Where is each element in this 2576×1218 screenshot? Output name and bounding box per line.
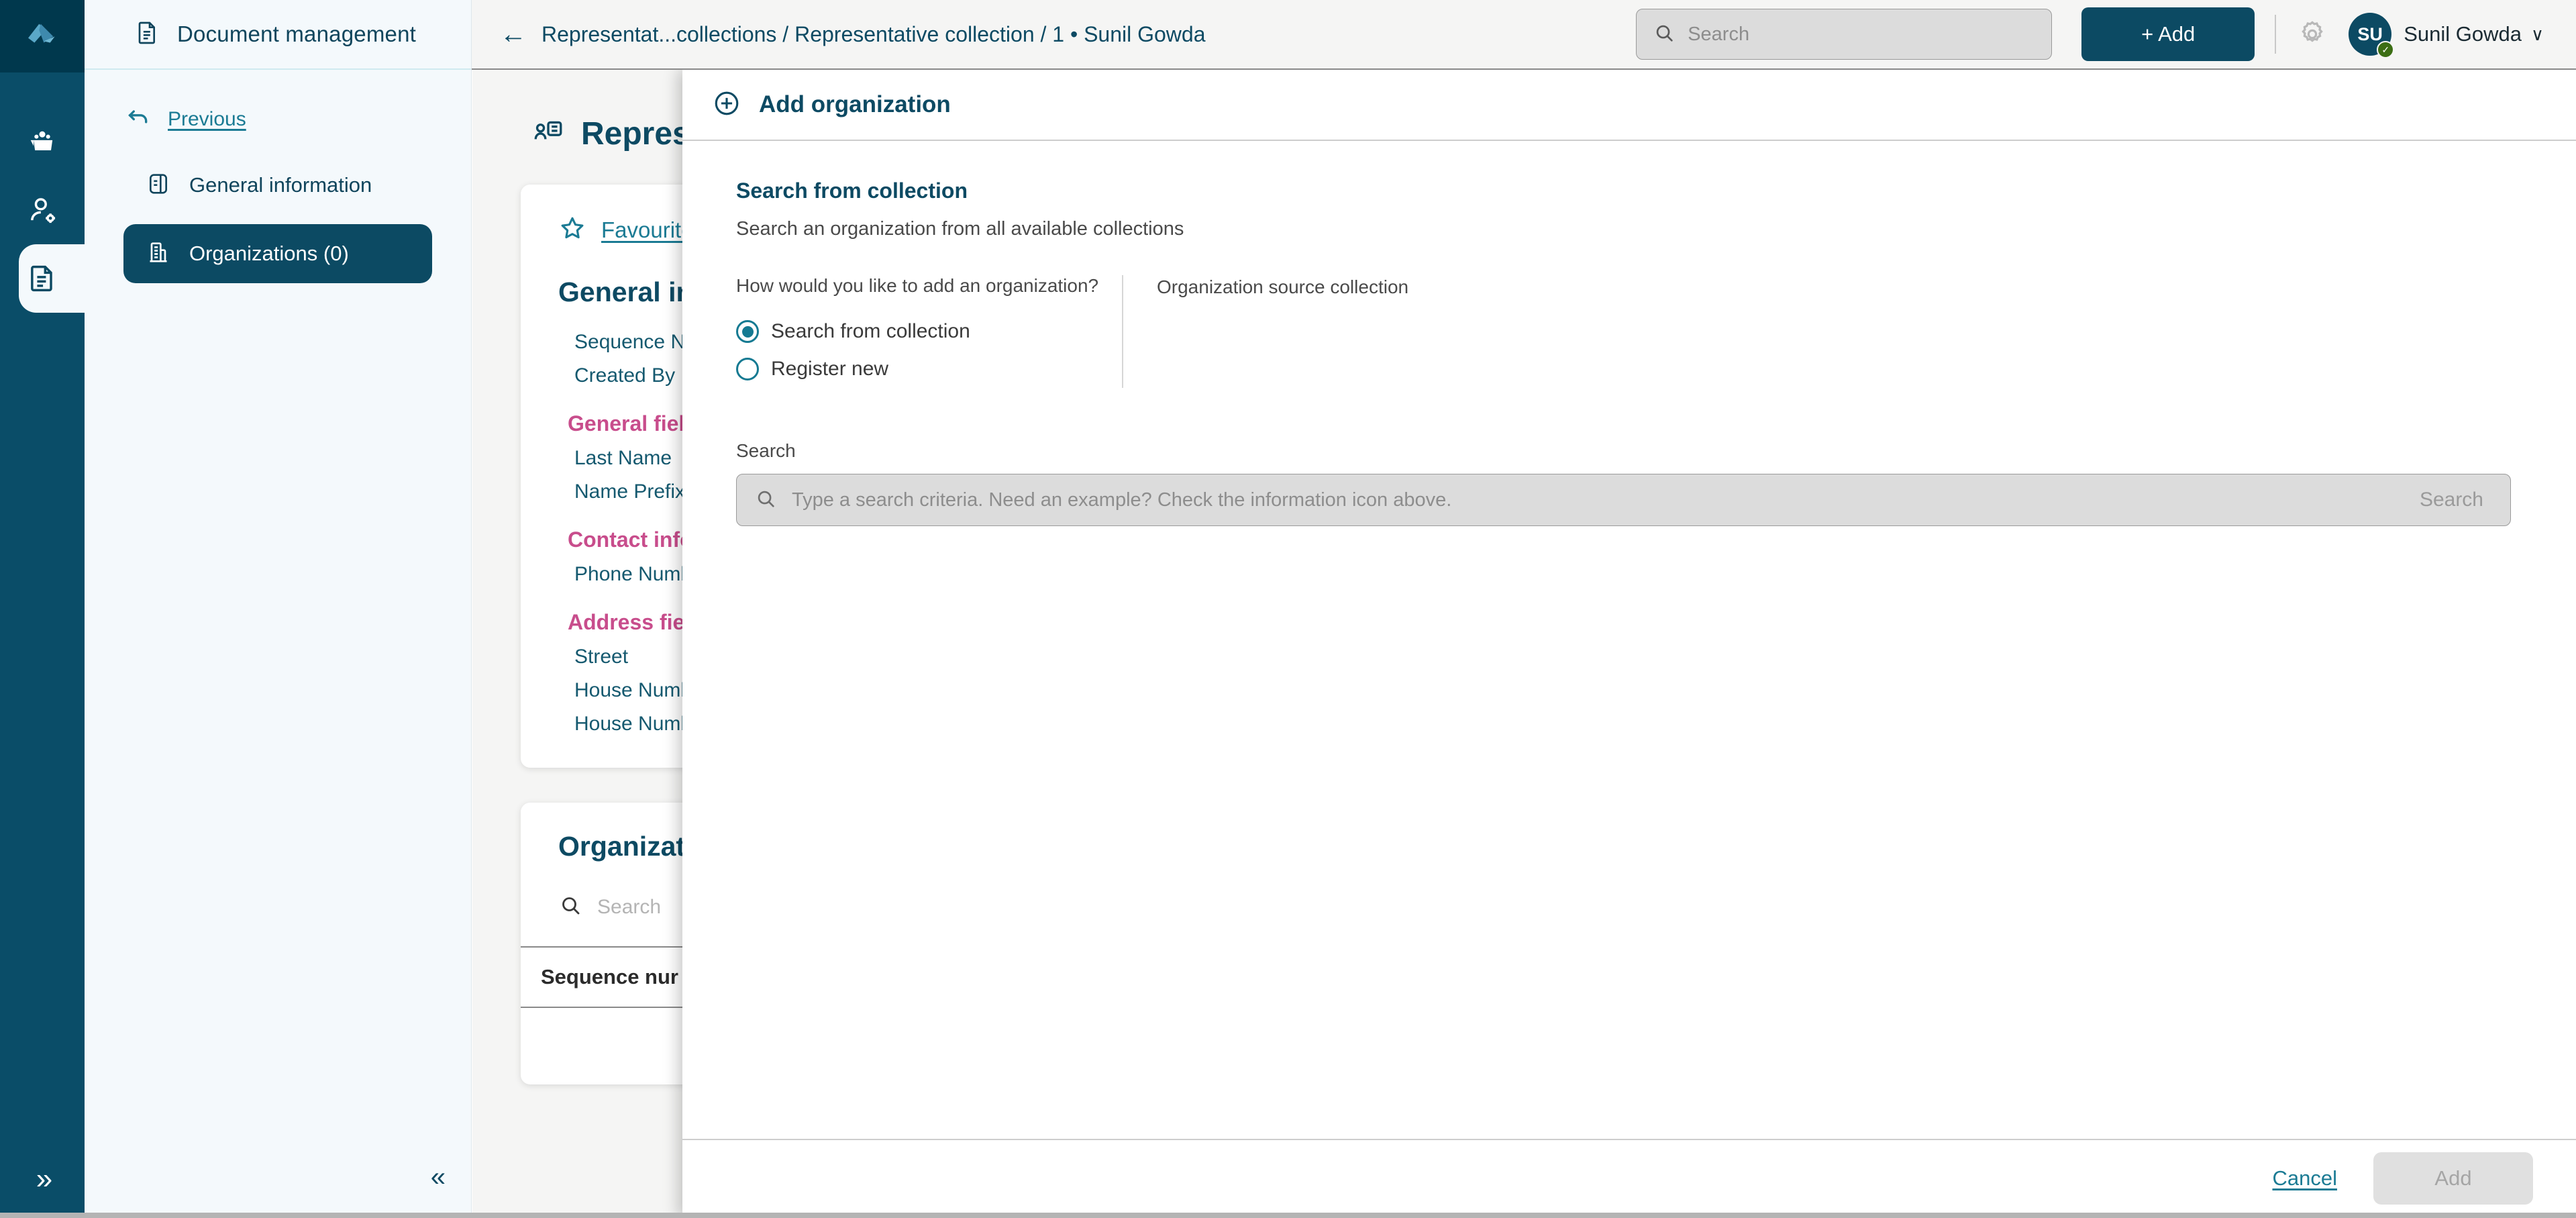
undo-arrow-icon [125,105,152,135]
panel-header: Add organization [682,70,2576,141]
rail-item-user-settings[interactable] [0,176,85,244]
user-settings-icon [25,193,60,227]
bottom-strip [0,1213,2576,1218]
radio-label: Search from collection [771,320,970,343]
nav-header-label: Document management [177,21,416,47]
radio-selected-icon [736,320,759,343]
vertical-divider [1122,275,1123,388]
app-logo[interactable] [0,0,85,72]
search-icon [1653,21,1676,48]
add-record-button[interactable]: + Add [2081,7,2255,61]
documents-icon [25,261,60,296]
source-collection-label: Organization source collection [1157,276,1408,298]
chevron-down-icon[interactable]: ∨ [2531,24,2544,45]
radio-register-new[interactable]: Register new [736,350,1102,388]
search-field-label: Search [736,440,2533,462]
rail-item-documents[interactable] [0,244,85,313]
search-submit-button[interactable]: Search [2420,489,2493,511]
rail-item-list [0,107,85,313]
panel-footer: Cancel Add [682,1139,2576,1218]
search-block: Search Type a search criteria. Need an e… [736,440,2533,526]
choice-group: How would you like to add an organizatio… [736,275,1102,388]
star-icon [558,214,586,246]
nav-collapse-button[interactable]: « [431,1162,442,1192]
radio-unselected-icon [736,358,759,380]
status-badge: ✓ [2377,41,2394,58]
sidebar-item-general-information[interactable]: General information [123,156,432,215]
icon-rail: » [0,0,85,1218]
building-icon [145,239,172,269]
secondary-nav: Document management Previous [85,0,472,1218]
cancel-button[interactable]: Cancel [2273,1166,2338,1190]
panel-body: Search from collection Search an organiz… [682,141,2576,1139]
organizations-search-placeholder: Search [597,896,661,919]
search-icon [558,893,582,921]
search-icon [754,487,777,513]
user-name[interactable]: Sunil Gowda [2404,22,2522,46]
sidebar-item-label: Organizations (0) [189,242,349,266]
info-card-icon [145,170,172,201]
back-arrow-icon[interactable]: ← [500,21,527,48]
sidebar-item-organizations[interactable]: Organizations (0) [123,224,432,283]
source-collection-group: Organization source collection [1157,275,1408,298]
top-bar: ← Representat...collections / Representa… [472,0,2576,70]
app-root: » Document management [0,0,2576,1218]
radio-label: Register new [771,358,888,380]
panel-title: Add organization [759,91,951,118]
sidebar-item-label: General information [189,173,372,197]
top-bar-right: + Add SU ✓ Sunil Gowda ∨ [1636,7,2576,61]
rail-expand-button[interactable]: » [0,1140,85,1218]
nav-previous-link[interactable]: Previous [85,93,471,146]
section-heading: Search from collection [736,179,2533,203]
search-input-wrapper[interactable]: Type a search criteria. Need an example?… [736,474,2511,526]
search-input[interactable] [1688,23,2035,46]
add-button[interactable]: Add [2373,1152,2533,1205]
nav-header[interactable]: Document management [85,0,471,70]
rail-item-collections[interactable] [0,107,85,176]
choice-row: How would you like to add an organizatio… [736,275,2533,388]
choice-question: How would you like to add an organizatio… [736,275,1102,297]
search-input-placeholder: Type a search criteria. Need an example?… [792,489,2405,511]
nav-previous-label: Previous [168,108,246,131]
representative-icon [531,115,565,152]
radio-search-from-collection[interactable]: Search from collection [736,313,1102,350]
plus-circle-icon [712,89,741,121]
document-icon [133,19,160,50]
section-subtitle: Search an organization from all availabl… [736,218,2533,240]
favourite-label: Favourite [601,217,694,243]
top-bar-divider [2275,15,2276,54]
add-organization-panel: Add organization Search from collection … [682,70,2576,1218]
avatar[interactable]: SU ✓ [2349,13,2391,56]
nav-list: Previous General information [85,70,471,283]
global-search[interactable] [1636,9,2052,60]
gear-icon[interactable] [2296,18,2328,50]
breadcrumb[interactable]: Representat...collections / Representati… [542,22,1206,47]
people-folder-icon [25,124,60,159]
app-logo-icon [23,16,61,57]
